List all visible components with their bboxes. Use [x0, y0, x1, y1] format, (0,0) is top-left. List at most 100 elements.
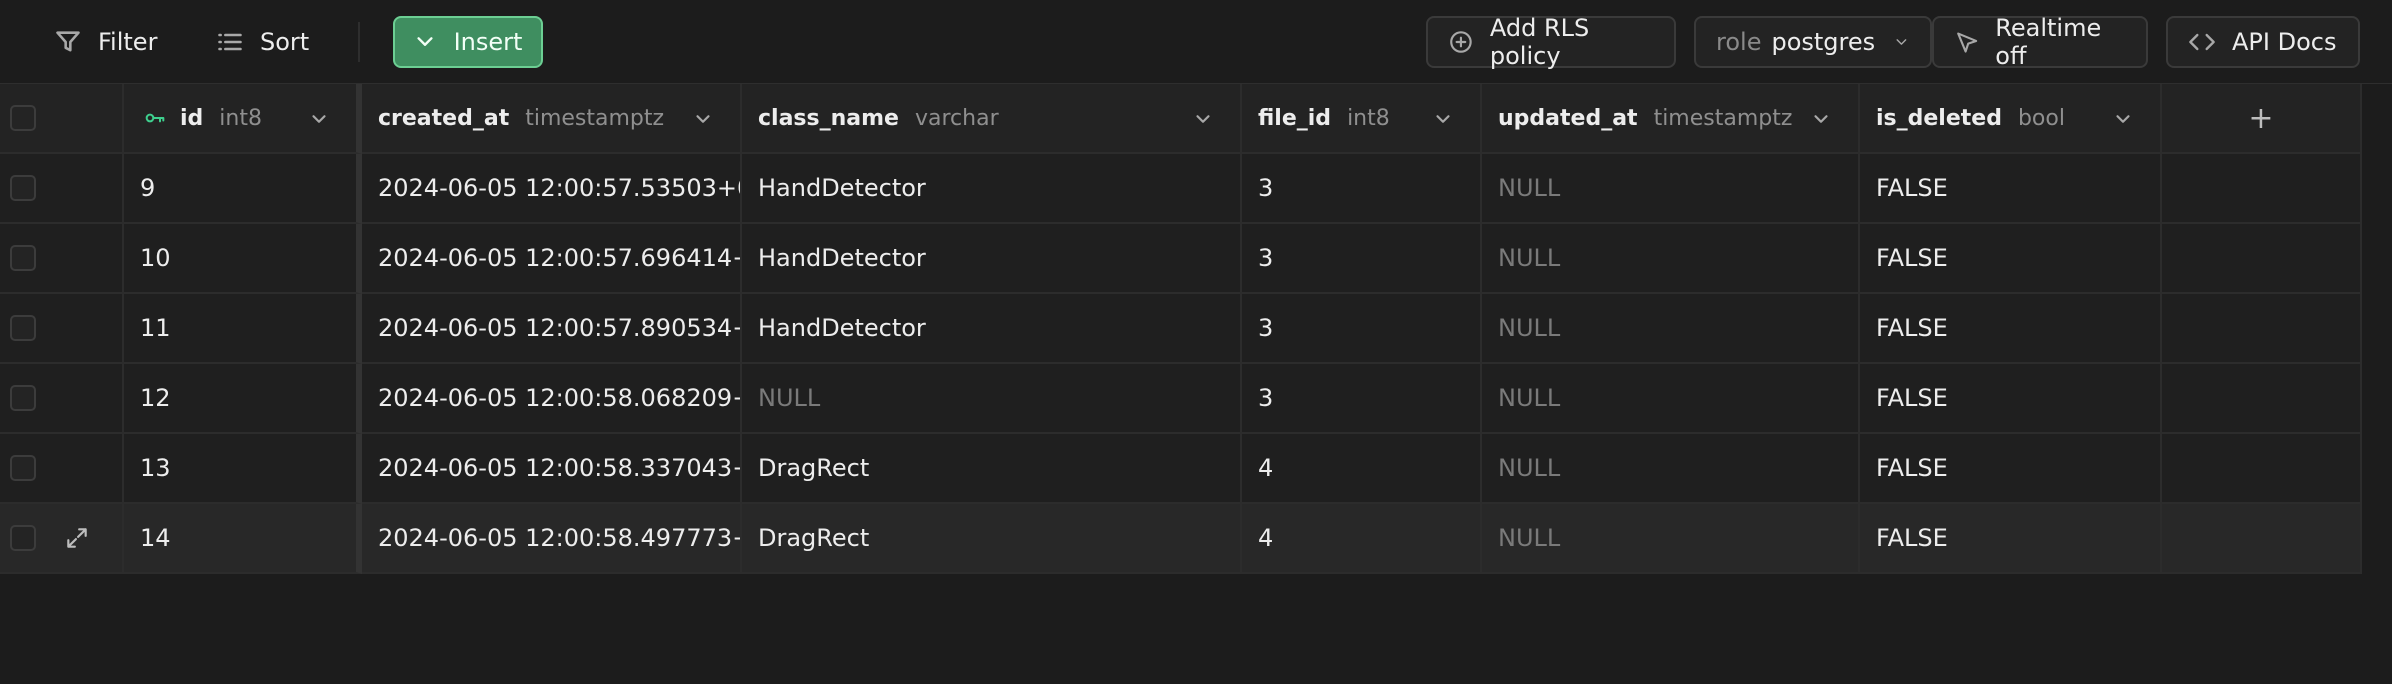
table-header: id int8 created_at timestamptz class_nam…: [0, 84, 2362, 154]
cell-value: NULL: [1498, 454, 1561, 482]
cell-value: 11: [140, 314, 171, 342]
cell-file-id[interactable]: 3: [1242, 364, 1482, 434]
filter-icon: [56, 31, 80, 52]
column-header-created-at[interactable]: created_at timestamptz: [362, 84, 742, 154]
column-type: bool: [2017, 105, 2065, 131]
cell-value: FALSE: [1876, 454, 1948, 482]
row-checkbox[interactable]: [10, 175, 36, 201]
cell-updated-at[interactable]: NULL: [1482, 434, 1860, 504]
row-checkbox[interactable]: [10, 385, 36, 411]
chevron-down-icon[interactable]: [2112, 108, 2134, 130]
add-column-button[interactable]: +: [2162, 84, 2362, 154]
cell-is-deleted[interactable]: FALSE: [1860, 364, 2162, 434]
cell-updated-at[interactable]: NULL: [1482, 504, 1860, 574]
cell-is-deleted[interactable]: FALSE: [1860, 434, 2162, 504]
cell-empty: [2162, 364, 2362, 434]
realtime-toggle-button[interactable]: Realtime off: [1932, 14, 2148, 70]
row-checkbox[interactable]: [10, 315, 36, 341]
role-value: postgres: [1771, 28, 1876, 56]
column-header-updated-at[interactable]: updated_at timestamptz: [1482, 84, 1860, 154]
cell-id[interactable]: 10: [124, 224, 362, 294]
cell-value: NULL: [758, 384, 821, 412]
api-docs-label: API Docs: [2232, 28, 2337, 56]
chevron-down-icon[interactable]: [1432, 108, 1454, 130]
api-docs-button[interactable]: API Docs: [2166, 16, 2360, 68]
cell-created-at[interactable]: 2024-06-05 12:00:58.068209+00: [362, 364, 742, 434]
cell-value: 2024-06-05 12:00:57.53503+00: [378, 174, 742, 202]
insert-button[interactable]: Insert: [393, 16, 543, 68]
cell-class-name[interactable]: HandDetector: [742, 224, 1242, 294]
cell-updated-at[interactable]: NULL: [1482, 364, 1860, 434]
cell-id[interactable]: 12: [124, 364, 362, 434]
cell-created-at[interactable]: 2024-06-05 12:00:58.497773+00: [362, 504, 742, 574]
column-name: class_name: [758, 105, 899, 131]
cell-is-deleted[interactable]: FALSE: [1860, 294, 2162, 364]
cell-file-id[interactable]: 3: [1242, 224, 1482, 294]
code-icon: [2189, 33, 2215, 51]
row-checkbox[interactable]: [10, 525, 36, 551]
column-type: timestamptz: [1653, 105, 1793, 131]
cell-value: FALSE: [1876, 244, 1948, 272]
chevron-down-icon[interactable]: [1192, 108, 1214, 130]
cell-file-id[interactable]: 3: [1242, 154, 1482, 224]
expand-icon[interactable]: [64, 525, 90, 551]
rls-label: Add RLS policy: [1489, 14, 1590, 70]
row-select-cell: [0, 294, 124, 364]
cell-value: 14: [140, 524, 171, 552]
cell-updated-at[interactable]: NULL: [1482, 154, 1860, 224]
cell-value: 2024-06-05 12:00:58.497773+00: [378, 524, 740, 552]
select-all-checkbox[interactable]: [10, 105, 36, 131]
cell-created-at[interactable]: 2024-06-05 12:00:57.696414+00: [362, 224, 742, 294]
cell-class-name[interactable]: HandDetector: [742, 154, 1242, 224]
cell-id[interactable]: 11: [124, 294, 362, 364]
column-header-class-name[interactable]: class_name varchar: [742, 84, 1242, 154]
cell-value: FALSE: [1876, 314, 1948, 342]
cell-id[interactable]: 13: [124, 434, 362, 504]
role-select[interactable]: role postgres: [1694, 16, 1932, 68]
cell-created-at[interactable]: 2024-06-05 12:00:57.890534+00: [362, 294, 742, 364]
role-prefix: role: [1716, 28, 1762, 56]
cell-file-id[interactable]: 3: [1242, 294, 1482, 364]
cell-created-at[interactable]: 2024-06-05 12:00:57.53503+00: [362, 154, 742, 224]
filter-button[interactable]: Filter: [54, 28, 157, 56]
cell-created-at[interactable]: 2024-06-05 12:00:58.337043+00: [362, 434, 742, 504]
cell-class-name[interactable]: DragRect: [742, 434, 1242, 504]
chevron-down-icon: [1896, 39, 1907, 45]
cell-class-name[interactable]: NULL: [742, 364, 1242, 434]
row-checkbox[interactable]: [10, 455, 36, 481]
cell-class-name[interactable]: HandDetector: [742, 294, 1242, 364]
cell-class-name[interactable]: DragRect: [742, 504, 1242, 574]
column-header-id[interactable]: id int8: [124, 84, 362, 154]
column-name: file_id: [1258, 105, 1332, 131]
chevron-down-icon[interactable]: [1810, 108, 1832, 130]
cell-is-deleted[interactable]: FALSE: [1860, 504, 2162, 574]
cell-value: HandDetector: [758, 244, 926, 272]
select-all-cell: [0, 84, 124, 154]
cell-id[interactable]: 9: [124, 154, 362, 224]
cell-empty: [2162, 154, 2362, 224]
cell-is-deleted[interactable]: FALSE: [1860, 224, 2162, 294]
cell-updated-at[interactable]: NULL: [1482, 224, 1860, 294]
realtime-label: Realtime off: [1995, 14, 2102, 70]
cell-id[interactable]: 14: [124, 504, 362, 574]
cell-updated-at[interactable]: NULL: [1482, 294, 1860, 364]
cell-empty: [2162, 294, 2362, 364]
cell-file-id[interactable]: 4: [1242, 504, 1482, 574]
cell-value: NULL: [1498, 174, 1561, 202]
row-checkbox[interactable]: [10, 245, 36, 271]
cell-file-id[interactable]: 4: [1242, 434, 1482, 504]
filter-label: Filter: [98, 28, 158, 56]
column-header-is-deleted[interactable]: is_deleted bool: [1860, 84, 2162, 154]
cell-value: DragRect: [758, 524, 870, 552]
row-select-cell: [0, 224, 124, 294]
row-select-cell: [0, 154, 124, 224]
chevron-down-icon[interactable]: [692, 108, 714, 130]
column-name: is_deleted: [1876, 105, 2002, 131]
chevron-down-icon[interactable]: [308, 108, 330, 130]
cell-is-deleted[interactable]: FALSE: [1860, 154, 2162, 224]
column-header-file-id[interactable]: file_id int8: [1242, 84, 1482, 154]
cell-empty: [2162, 504, 2362, 574]
sort-button[interactable]: Sort: [216, 28, 309, 56]
cursor-icon: [1957, 32, 1978, 53]
add-rls-policy-button[interactable]: Add RLS policy: [1426, 14, 1676, 70]
